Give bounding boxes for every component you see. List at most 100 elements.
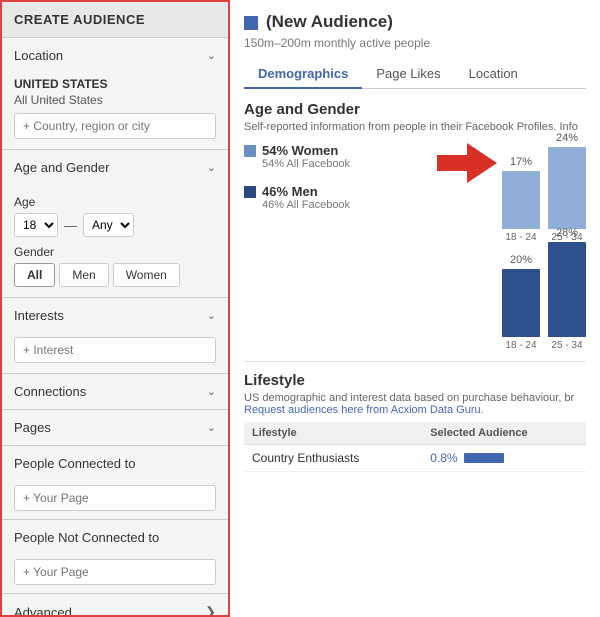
- interest-input[interactable]: [14, 337, 216, 363]
- men-dot-icon: [244, 186, 256, 198]
- people-connected-header: People Connected to: [2, 446, 228, 481]
- connections-chevron-icon: ⌄: [207, 385, 216, 398]
- location-header[interactable]: Location ⌄: [2, 38, 228, 73]
- pages-chevron-icon: ⌄: [207, 421, 216, 434]
- interests-header[interactable]: Interests ⌄: [2, 298, 228, 333]
- age-row: 18 — Any: [14, 213, 216, 237]
- age-gender-section-title: Age and Gender: [244, 101, 586, 118]
- people-connected-input[interactable]: [14, 485, 216, 511]
- women-sub-label: 54% All Facebook: [262, 158, 350, 170]
- women-pct-label: 54% Women: [262, 143, 350, 158]
- men-1824-label: 18 - 24: [505, 340, 536, 351]
- red-arrow-icon: [432, 143, 502, 183]
- women-bar-1824: 17% 18 - 24: [502, 156, 540, 243]
- lifestyle-table-body: Country Enthusiasts 0.8%: [244, 445, 586, 472]
- tab-demographics[interactable]: Demographics: [244, 60, 362, 89]
- audience-icon: [244, 16, 258, 30]
- interests-label: Interests: [14, 308, 64, 323]
- advanced-arrow-icon: ❯: [205, 604, 216, 617]
- men-bar-2534: 28% 25 - 34: [548, 227, 586, 351]
- women-dot-icon: [244, 145, 256, 157]
- lifestyle-row-pct-cell: 0.8%: [422, 445, 586, 472]
- tab-page-likes[interactable]: Page Likes: [362, 60, 454, 89]
- women-2534-bar: [548, 147, 586, 229]
- pages-section: Pages ⌄: [2, 410, 228, 446]
- pct-value: 0.8%: [430, 451, 457, 465]
- audience-reach: 150m–200m monthly active people: [244, 36, 586, 50]
- section-divider: [244, 361, 586, 362]
- people-connected-section: People Connected to: [2, 446, 228, 520]
- people-not-connected-body: [2, 555, 228, 593]
- lifestyle-desc: US demographic and interest data based o…: [244, 392, 586, 416]
- women-2534-pct: 24%: [556, 132, 578, 144]
- interests-section: Interests ⌄: [2, 298, 228, 374]
- audience-title-row: (New Audience): [244, 12, 586, 34]
- pct-bar-wrapper: 0.8%: [430, 451, 578, 465]
- men-bar-1824: 20% 18 - 24: [502, 254, 540, 351]
- united-states-label: UNITED STATES: [14, 77, 216, 91]
- gender-label: Gender: [14, 245, 216, 259]
- lifestyle-link[interactable]: Request audiences here from Acxiom Data …: [244, 404, 484, 416]
- age-gender-body: Age 18 — Any Gender All Men Women: [2, 185, 228, 297]
- age-dash: —: [64, 218, 77, 233]
- people-not-connected-section: People Not Connected to: [2, 520, 228, 594]
- connections-section: Connections ⌄: [2, 374, 228, 410]
- pages-label: Pages: [14, 420, 51, 435]
- people-connected-body: [2, 481, 228, 519]
- lifestyle-row-name: Country Enthusiasts: [244, 445, 422, 472]
- men-1824-bar: [502, 269, 540, 337]
- advanced-label: Advanced: [14, 605, 72, 617]
- age-label: Age: [14, 195, 216, 209]
- table-row: Country Enthusiasts 0.8%: [244, 445, 586, 472]
- col-header-lifestyle: Lifestyle: [244, 422, 422, 445]
- women-1824-pct: 17%: [510, 156, 532, 168]
- pages-header[interactable]: Pages ⌄: [2, 410, 228, 445]
- people-not-connected-label: People Not Connected to: [14, 530, 159, 545]
- gender-men-button[interactable]: Men: [59, 263, 108, 287]
- create-audience-title: CREATE AUDIENCE: [2, 2, 228, 38]
- women-legend-item: 54% Women 54% All Facebook: [244, 143, 432, 170]
- age-gender-label: Age and Gender: [14, 160, 109, 175]
- people-not-connected-header: People Not Connected to: [2, 520, 228, 555]
- sidebar: CREATE AUDIENCE Location ⌄ UNITED STATES…: [0, 0, 230, 617]
- advanced-section: Advanced ❯: [2, 594, 228, 617]
- men-bars: 20% 18 - 24 28% 25 - 34: [502, 251, 586, 351]
- women-1824-bar: [502, 171, 540, 229]
- men-2534-bar: [548, 242, 586, 337]
- gender-all-button[interactable]: All: [14, 263, 55, 287]
- gender-women-button[interactable]: Women: [113, 263, 180, 287]
- age-gender-section: Age and Gender ⌄ Age 18 — Any Gender All…: [2, 150, 228, 298]
- people-connected-label: People Connected to: [14, 456, 135, 471]
- tabs-row: Demographics Page Likes Location: [244, 60, 586, 89]
- location-body: UNITED STATES All United States: [2, 73, 228, 149]
- men-legend-item: 46% Men 46% All Facebook: [244, 184, 432, 211]
- people-not-connected-input[interactable]: [14, 559, 216, 585]
- age-gender-header[interactable]: Age and Gender ⌄: [2, 150, 228, 185]
- audience-name: (New Audience): [266, 12, 393, 32]
- advanced-header[interactable]: Advanced ❯: [2, 594, 228, 617]
- men-1824-pct: 20%: [510, 254, 532, 266]
- age-to-select[interactable]: Any: [83, 213, 134, 237]
- location-section: Location ⌄ UNITED STATES All United Stat…: [2, 38, 228, 150]
- chart-area: 54% Women 54% All Facebook 46% Men 46% A…: [244, 143, 586, 351]
- age-gender-section-desc: Self-reported information from people in…: [244, 121, 586, 133]
- women-1824-label: 18 - 24: [505, 232, 536, 243]
- tab-location[interactable]: Location: [455, 60, 532, 89]
- men-pct-label: 46% Men: [262, 184, 350, 199]
- age-gender-chevron-icon: ⌄: [207, 161, 216, 174]
- lifestyle-table-head: Lifestyle Selected Audience: [244, 422, 586, 445]
- lifestyle-title: Lifestyle: [244, 372, 586, 389]
- location-chevron-icon: ⌄: [207, 49, 216, 62]
- connections-label: Connections: [14, 384, 86, 399]
- location-input[interactable]: [14, 113, 216, 139]
- gender-row: All Men Women: [14, 263, 216, 287]
- connections-header[interactable]: Connections ⌄: [2, 374, 228, 409]
- interests-chevron-icon: ⌄: [207, 309, 216, 322]
- pct-bar: [464, 453, 504, 463]
- lifestyle-table: Lifestyle Selected Audience Country Enth…: [244, 422, 586, 472]
- men-2534-pct: 28%: [556, 227, 578, 239]
- lifestyle-desc-text: US demographic and interest data based o…: [244, 392, 574, 404]
- all-us-label: All United States: [14, 93, 216, 107]
- location-label: Location: [14, 48, 63, 63]
- age-from-select[interactable]: 18: [14, 213, 58, 237]
